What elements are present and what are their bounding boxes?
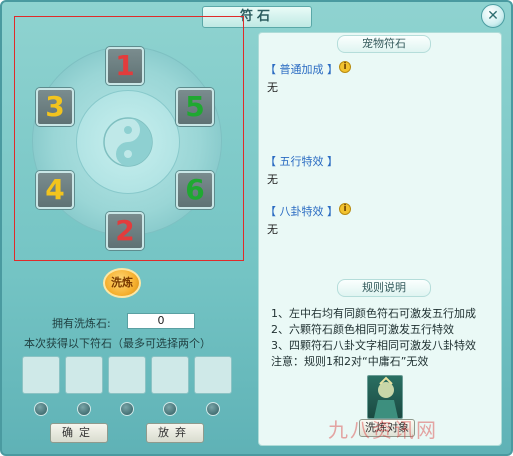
pet-avatar[interactable] — [367, 375, 403, 419]
result-slot[interactable] — [194, 356, 232, 394]
info-icon[interactable]: i — [339, 61, 351, 73]
confirm-button[interactable]: 确定 — [50, 423, 108, 443]
result-slot[interactable] — [65, 356, 103, 394]
info-panel: 宠物符石 【 普通加成 】 i 无 【 五行特效 】 无 【 八卦特效 】 i … — [258, 32, 502, 446]
bagua-effect-value: 无 — [267, 223, 278, 236]
discard-button[interactable]: 放弃 — [146, 423, 204, 443]
rules-header: 规则说明 — [337, 279, 431, 297]
fu-stone-window: 符石 ✕ 1 3 5 4 6 2 洗炼 拥有洗炼石: 0 本次获得以下符石（最多… — [0, 0, 513, 456]
close-icon: ✕ — [487, 8, 499, 24]
wuxing-effect-value: 无 — [267, 173, 278, 186]
wash-button[interactable]: 洗炼 — [103, 268, 141, 298]
normal-bonus-value: 无 — [267, 81, 278, 94]
obtained-stones-label: 本次获得以下符石（最多可选择两个） — [24, 337, 211, 350]
result-slot[interactable] — [151, 356, 189, 394]
bagua-effect-label: 【 八卦特效 】 — [265, 205, 338, 218]
wuxing-effect-label: 【 五行特效 】 — [265, 155, 338, 168]
result-slot[interactable] — [22, 356, 60, 394]
own-wash-stone-value: 0 — [127, 313, 195, 329]
result-radio[interactable] — [77, 402, 91, 416]
watermark-text: 九八资讯网 — [328, 418, 438, 442]
close-button[interactable]: ✕ — [481, 4, 505, 28]
result-radio[interactable] — [163, 402, 177, 416]
highlight-box — [14, 16, 244, 261]
result-radio[interactable] — [206, 402, 220, 416]
rule-line: 3、四颗符石八卦文字相同可激发八卦特效 — [271, 339, 476, 352]
pet-stone-header: 宠物符石 — [337, 35, 431, 53]
result-radio[interactable] — [34, 402, 48, 416]
rule-line: 注意：规则1和2对“中庸石”无效 — [271, 355, 429, 368]
result-radio[interactable] — [120, 402, 134, 416]
rule-line: 1、左中右均有同颜色符石可激发五行加成 — [271, 307, 476, 320]
info-icon[interactable]: i — [339, 203, 351, 215]
result-slot[interactable] — [108, 356, 146, 394]
normal-bonus-label: 【 普通加成 】 — [265, 63, 338, 76]
own-wash-stone-label: 拥有洗炼石: — [52, 317, 111, 330]
rule-line: 2、六颗符石颜色相同可激发五行特效 — [271, 323, 454, 336]
